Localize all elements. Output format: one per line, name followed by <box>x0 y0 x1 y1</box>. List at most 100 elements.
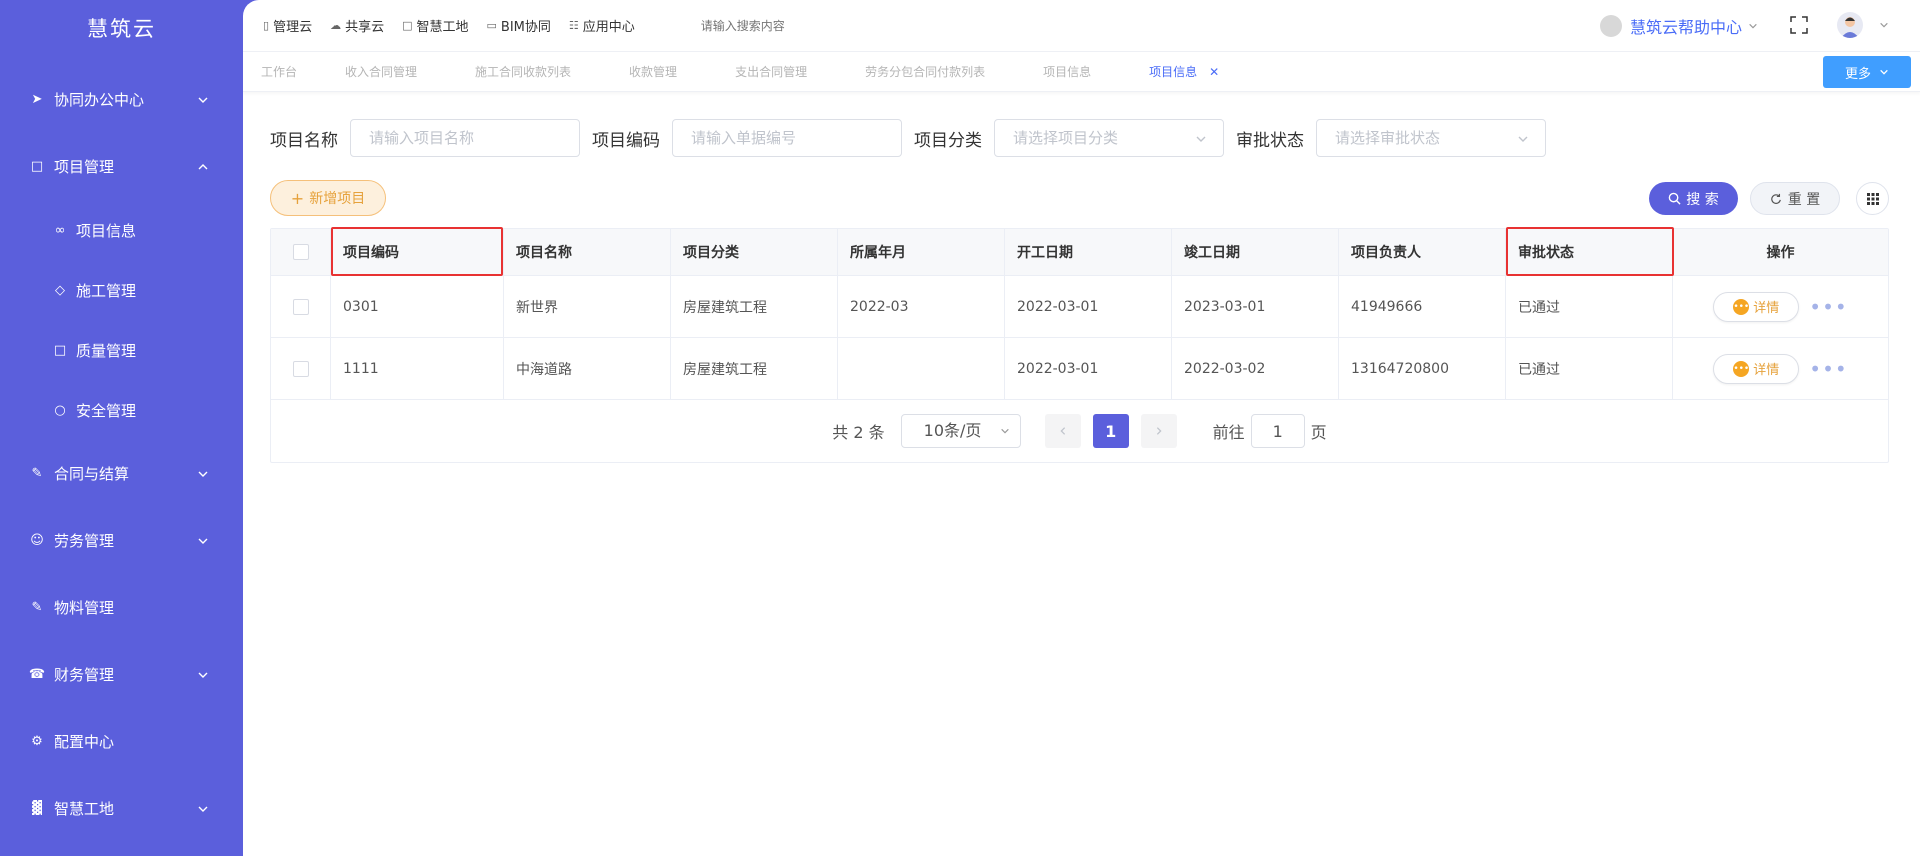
page-size-select[interactable]: 10条/页 <box>900 414 1021 448</box>
more-button[interactable]: 更多 <box>1823 56 1911 88</box>
select-all-checkbox[interactable] <box>292 244 309 260</box>
column-label: 项目分类 <box>683 245 739 261</box>
help-center-label: 慧筑云帮助中心 <box>1630 18 1743 37</box>
sidebar-subitem-project-info[interactable]: ∞ 项目信息 <box>0 200 243 260</box>
search-icon <box>1668 192 1681 205</box>
cell-project-code: 1111 <box>331 338 504 399</box>
column-label: 所属年月 <box>850 245 906 261</box>
user-avatar[interactable] <box>1837 12 1863 38</box>
cell-project-name: 中海道路 <box>504 338 671 399</box>
global-search-input[interactable] <box>700 18 901 33</box>
edit-doc-icon: ✎ <box>31 466 43 481</box>
sidebar-subitem-construction[interactable]: ◇ 施工管理 <box>0 260 243 320</box>
pagination: 共 2 条 10条/页 1 前往 页 <box>271 400 1888 462</box>
page-suffix: 页 <box>1310 423 1327 442</box>
top-link-label: BIM协同 <box>500 20 551 35</box>
more-options-icon[interactable]: ••• <box>1809 297 1847 317</box>
search-label: 搜 索 <box>1686 191 1719 208</box>
sidebar-item-smart-site[interactable]: ▓ 智慧工地 <box>0 775 243 842</box>
close-icon[interactable]: ✕ <box>1209 65 1219 79</box>
fullscreen-icon[interactable] <box>1788 14 1810 36</box>
page-number-current[interactable]: 1 <box>1092 414 1129 448</box>
goto-page-input[interactable] <box>1250 414 1305 448</box>
tab-construction-receipt[interactable]: 施工合同收款列表 <box>475 63 571 80</box>
more-options-icon[interactable]: ••• <box>1809 359 1847 379</box>
add-project-button[interactable]: + 新增项目 <box>270 180 386 216</box>
project-category-select[interactable]: 请选择项目分类 <box>994 119 1224 157</box>
help-center-link[interactable]: 慧筑云帮助中心 <box>1600 14 1758 38</box>
sidebar-item-contract[interactable]: ✎ 合同与结算 <box>0 440 243 507</box>
more-circle-icon: ••• <box>1733 360 1750 377</box>
cell-project-category: 房屋建筑工程 <box>671 276 838 337</box>
cell-year-month <box>838 338 1005 399</box>
sidebar-item-finance[interactable]: ☎ 财务管理 <box>0 641 243 708</box>
row-checkbox-cell <box>271 276 331 337</box>
bar-chart-icon: ▓ <box>32 801 42 816</box>
top-link-label: 共享云 <box>345 20 385 35</box>
next-page-button[interactable] <box>1140 414 1177 448</box>
tab-project-info[interactable]: 项目信息 <box>1043 63 1091 80</box>
logo: 慧筑云 <box>87 17 156 41</box>
tab-expense-contract[interactable]: 支出合同管理 <box>735 63 807 80</box>
location-icon: ○ <box>54 402 66 418</box>
table-row: 1111 中海道路 房屋建筑工程 2022-03-01 2022-03-02 1… <box>271 338 1888 400</box>
top-link-manage-cloud[interactable]: ▯ 管理云 <box>263 16 312 35</box>
header-approval-status: 审批状态 <box>1506 227 1674 276</box>
refresh-icon <box>1770 193 1781 204</box>
header-year-month: 所属年月 <box>838 229 1005 275</box>
sidebar-item-material[interactable]: ✎ 物料管理 <box>0 574 243 641</box>
header-project-code: 项目编码 <box>331 227 504 276</box>
highlight-box <box>331 227 503 276</box>
header-manager: 项目负责人 <box>1339 229 1506 275</box>
top-link-smart-site[interactable]: □ 智慧工地 <box>402 16 468 35</box>
cell-approval-status: 已通过 <box>1506 276 1673 337</box>
header-start-date: 开工日期 <box>1005 229 1172 275</box>
project-table: 项目编码 项目名称 项目分类 所属年月 开工日期 竣工日期 项目负责人 审批状态… <box>270 227 1889 463</box>
doc-icon: ▯ <box>263 19 270 32</box>
column-label: 竣工日期 <box>1184 245 1240 261</box>
tab-income-contract[interactable]: 收入合同管理 <box>345 63 417 80</box>
chevron-down-icon <box>198 672 208 678</box>
column-label: 项目负责人 <box>1351 245 1421 261</box>
cell-finish-date: 2022-03-02 <box>1172 338 1339 399</box>
column-label: 操作 <box>1766 245 1795 261</box>
project-category-label: 项目分类 <box>914 130 982 151</box>
glasses-icon: ∞ <box>54 222 66 238</box>
tab-receipt[interactable]: 收款管理 <box>629 63 677 80</box>
prev-page-button[interactable] <box>1044 414 1081 448</box>
top-link-share-cloud[interactable]: ☁ 共享云 <box>330 16 384 35</box>
column-label: 开工日期 <box>1017 245 1073 261</box>
sidebar-item-project[interactable]: □ 项目管理 <box>0 133 243 200</box>
tab-project-info-active[interactable]: 项目信息 <box>1149 63 1197 80</box>
sidebar-item-label: 配置中心 <box>54 733 115 751</box>
row-checkbox[interactable] <box>292 298 309 315</box>
more-circle-icon: ••• <box>1733 298 1750 315</box>
detail-label: 详情 <box>1753 301 1780 316</box>
sidebar-item-collab[interactable]: ➤ 协同办公中心 <box>0 66 243 133</box>
project-code-input[interactable] <box>672 119 902 157</box>
row-checkbox[interactable] <box>292 360 309 377</box>
top-link-bim[interactable]: ▭ BIM协同 <box>487 16 551 35</box>
user-icon: ☺ <box>30 533 44 548</box>
chevron-down-icon <box>1196 136 1206 142</box>
app: 慧筑云 ➤ 协同办公中心 □ 项目管理 ∞ 项目信息 ◇ 施工管理 □ 质量管理… <box>0 0 1920 856</box>
column-settings-button[interactable] <box>1856 182 1889 215</box>
sidebar-subitem-safety[interactable]: ○ 安全管理 <box>0 380 243 440</box>
detail-button[interactable]: ••• 详情 <box>1713 353 1800 384</box>
detail-button[interactable]: ••• 详情 <box>1713 291 1800 322</box>
tab-workbench[interactable]: 工作台 <box>261 63 297 80</box>
top-bar: ▯管理云 ☁共享云 □智慧工地 ▭BIM协同 ☷应用中心 慧筑云帮助中心 <box>243 0 1920 52</box>
tab-labor-payment[interactable]: 劳务分包合同付款列表 <box>865 63 985 80</box>
reset-button[interactable]: 重 置 <box>1750 182 1840 215</box>
sidebar-subitem-quality[interactable]: □ 质量管理 <box>0 320 243 380</box>
main-panel: ▯管理云 ☁共享云 □智慧工地 ▭BIM协同 ☷应用中心 慧筑云帮助中心 工作台… <box>243 0 1920 856</box>
sidebar-item-config[interactable]: ⚙ 配置中心 <box>0 708 243 775</box>
chevron-down-icon[interactable] <box>1879 20 1889 30</box>
approval-status-select[interactable]: 请选择审批状态 <box>1316 119 1546 157</box>
sidebar-item-labor[interactable]: ☺ 劳务管理 <box>0 507 243 574</box>
approval-status-label: 审批状态 <box>1236 130 1304 151</box>
select-placeholder: 请选择项目分类 <box>1013 129 1119 147</box>
search-button[interactable]: 搜 索 <box>1649 182 1738 215</box>
project-name-input[interactable] <box>350 119 580 157</box>
top-link-app-center[interactable]: ☷ 应用中心 <box>569 16 635 35</box>
